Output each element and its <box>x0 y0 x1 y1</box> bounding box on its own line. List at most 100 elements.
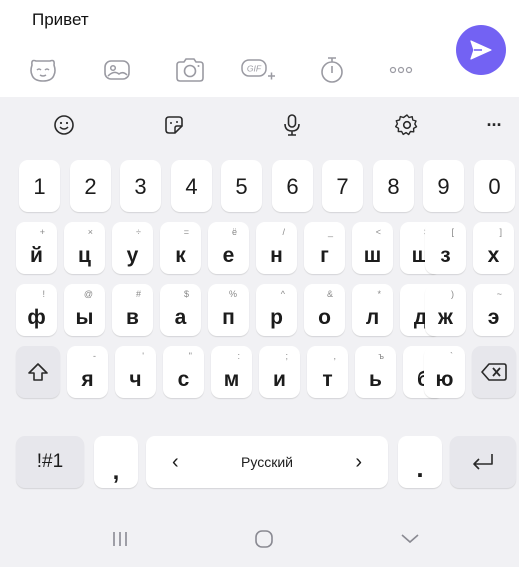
emoji-icon[interactable] <box>46 109 82 141</box>
key-letter[interactable]: ' ч <box>115 346 156 398</box>
message-input[interactable]: Привет <box>32 10 89 30</box>
key-label: ю <box>435 368 454 391</box>
key-alt-label: ; <box>285 351 288 361</box>
key-letter[interactable]: [з <box>425 222 466 274</box>
sticker-icon[interactable] <box>156 109 192 141</box>
more-icon[interactable]: ··· <box>476 109 512 141</box>
key-letter[interactable]: ! ф <box>16 284 57 336</box>
key-letter[interactable]: ` ю <box>424 346 465 398</box>
key-letter[interactable]: × ц <box>64 222 105 274</box>
key-label: ч <box>129 368 142 391</box>
key-letter[interactable]: ] х <box>473 222 514 274</box>
backspace-key[interactable] <box>472 346 516 398</box>
key-letter[interactable]: ,т <box>307 346 348 398</box>
keyboard-toolbar: ··· <box>0 97 519 153</box>
key-0[interactable]: 0 <box>474 160 515 212</box>
period-key[interactable]: . <box>398 436 442 488</box>
key-1[interactable]: 1 <box>19 160 60 212</box>
key-letter[interactable]: = к <box>160 222 201 274</box>
key-2[interactable]: 2 <box>70 160 111 212</box>
key-label: х <box>487 244 500 267</box>
key-letter[interactable]: / н <box>256 222 297 274</box>
symbols-key[interactable]: !#1 <box>16 436 84 488</box>
key-alt-label: # <box>135 289 141 299</box>
system-navbar <box>0 509 519 567</box>
space-key[interactable]: ‹ Русский › <box>146 436 388 488</box>
send-button[interactable] <box>456 25 506 75</box>
microphone-icon[interactable] <box>274 109 310 141</box>
key-label: 0 <box>488 174 501 199</box>
key-label: 6 <box>286 174 299 199</box>
key-letter[interactable]: ) ж <box>425 284 466 336</box>
key-letter[interactable]: & о <box>304 284 345 336</box>
key-label: 8 <box>387 174 400 199</box>
key-3[interactable]: 3 <box>120 160 161 212</box>
key-label: ц <box>78 244 91 267</box>
key-letter[interactable]: $ а <box>160 284 201 336</box>
key-label: !#1 <box>36 451 64 472</box>
key-label: л <box>365 306 380 329</box>
key-letter[interactable]: # в <box>112 284 153 336</box>
key-label: 3 <box>134 174 147 199</box>
key-label: 5 <box>235 174 248 199</box>
key-letter[interactable]: ^ р <box>256 284 297 336</box>
more-icon[interactable] <box>382 50 422 90</box>
key-6[interactable]: 6 <box>272 160 313 212</box>
key-alt-label: : <box>237 351 240 361</box>
key-letter[interactable]: ; и <box>259 346 300 398</box>
key-alt-label: ) <box>451 289 454 299</box>
recent-apps-icon[interactable] <box>100 525 140 553</box>
key-letter[interactable]: " с <box>163 346 204 398</box>
camera-icon[interactable] <box>170 50 210 90</box>
gallery-icon[interactable] <box>97 50 137 90</box>
backspace-icon <box>472 346 516 398</box>
key-5[interactable]: 5 <box>221 160 262 212</box>
key-alt-label: @ <box>83 289 93 299</box>
key-letter[interactable]: _ г <box>304 222 345 274</box>
key-label: 1 <box>33 174 46 199</box>
key-letter[interactable]: ÷ у <box>112 222 153 274</box>
key-label: н <box>270 244 283 267</box>
settings-icon[interactable] <box>389 109 425 141</box>
key-letter[interactable]: * л <box>352 284 393 336</box>
key-alt-label: & <box>326 289 333 299</box>
enter-key[interactable] <box>450 436 516 488</box>
back-icon[interactable] <box>390 525 430 553</box>
shift-icon <box>16 346 60 398</box>
key-letter[interactable]: @ ы <box>64 284 105 336</box>
key-alt-label: = <box>183 227 189 237</box>
key-label: у <box>126 244 139 267</box>
key-alt-label: $ <box>183 289 189 299</box>
key-alt-label: [ <box>451 227 454 237</box>
key-alt-label: ^ <box>280 289 285 299</box>
key-alt-label: + <box>39 227 45 237</box>
key-alt-label: _ <box>327 227 333 237</box>
key-letter[interactable]: -я <box>67 346 108 398</box>
key-letter[interactable]: + й <box>16 222 57 274</box>
comma-key[interactable]: , <box>94 436 138 488</box>
key-label: ф <box>27 306 46 329</box>
key-4[interactable]: 4 <box>171 160 212 212</box>
key-alt-label: ` <box>450 351 453 361</box>
key-letter[interactable]: :м <box>211 346 252 398</box>
key-label: 9 <box>437 174 450 199</box>
timer-icon[interactable] <box>312 50 352 90</box>
key-8[interactable]: 8 <box>373 160 414 212</box>
key-letter[interactable]: ёе <box>208 222 249 274</box>
shift-key[interactable] <box>16 346 60 398</box>
key-label: ь <box>369 368 382 391</box>
key-label: я <box>81 368 94 391</box>
send-icon <box>470 40 492 60</box>
sticker-icon[interactable] <box>23 50 63 90</box>
language-next-icon: › <box>355 450 362 473</box>
home-icon[interactable] <box>244 525 284 553</box>
key-letter[interactable]: ~ э <box>473 284 514 336</box>
key-letter[interactable]: < ш <box>352 222 393 274</box>
key-9[interactable]: 9 <box>423 160 464 212</box>
key-7[interactable]: 7 <box>322 160 363 212</box>
key-letter[interactable]: % п <box>208 284 249 336</box>
gif-icon[interactable]: GIF <box>238 50 278 90</box>
key-letter[interactable]: ъь <box>355 346 396 398</box>
key-label: в <box>126 306 139 329</box>
key-label: о <box>318 306 331 329</box>
